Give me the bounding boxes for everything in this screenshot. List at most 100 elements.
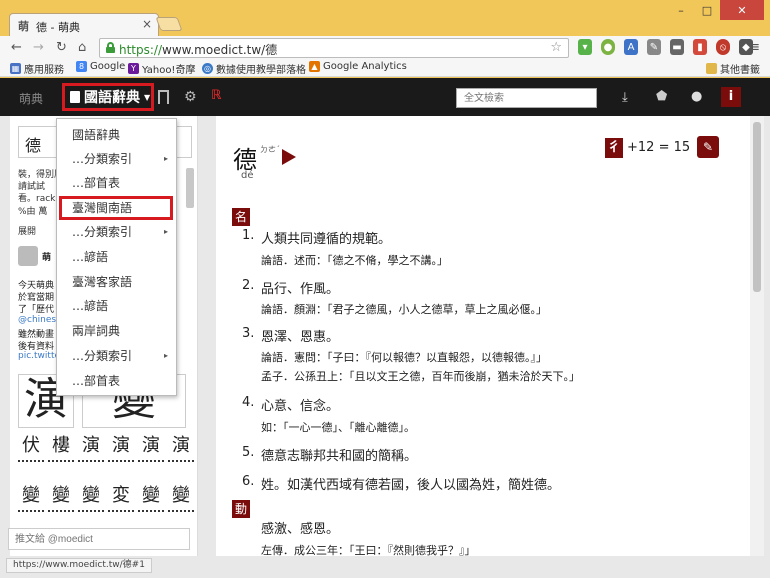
- book-icon: [70, 91, 80, 103]
- example-text: 論語．述而：「德之不脩，學之不講。」: [261, 254, 448, 267]
- menu-item-category-index[interactable]: …分類索引 ▸: [57, 220, 176, 244]
- extension-face-icon[interactable]: ●: [601, 39, 615, 55]
- site-logo[interactable]: 萌典: [19, 90, 43, 107]
- menu-item-taiwanese[interactable]: 臺灣閩南語: [59, 196, 173, 220]
- bookmarks-bar: ▦ 應用服務 8 Google Y Yahoo!奇摩 ◎ 數據使用教學部落格 ▲ Goog…: [0, 60, 770, 77]
- definition-text: 姓。如漢代西域有德若國，後人以國為姓，簡姓德。: [261, 478, 561, 493]
- char-tile[interactable]: 變: [168, 484, 194, 512]
- bookmark-icon[interactable]: [158, 90, 169, 104]
- definition-text: 心意、信念。: [261, 399, 340, 414]
- bookmark-other[interactable]: 其他書籤: [706, 61, 760, 76]
- home-icon[interactable]: ⌂: [78, 40, 86, 55]
- back-arrow-icon[interactable]: ←: [11, 40, 22, 55]
- menu-icon[interactable]: ≡: [749, 40, 760, 55]
- radical-badge[interactable]: 彳: [605, 138, 623, 158]
- char-tile[interactable]: 變: [138, 484, 164, 512]
- char-tile[interactable]: 変: [108, 484, 134, 512]
- tab-favicon-icon: 萌: [18, 20, 29, 33]
- bookmark-data-blog[interactable]: ◎ 數據使用教學部落格: [202, 61, 306, 76]
- menu-item-radical-table[interactable]: …部首表: [57, 171, 176, 195]
- example-text: 論語．顏淵：「君子之德風，小人之德草，草上之風必偃。」: [261, 303, 547, 316]
- sidebar-scrollbar[interactable]: [186, 168, 194, 208]
- globe-icon: ◎: [202, 63, 213, 74]
- bookmark-apps[interactable]: ▦ 應用服務: [10, 61, 64, 76]
- apps-grid-icon: ▦: [10, 63, 21, 74]
- entry-panel: 德 ㄉㄜˊ dé 彳 +12 = 15 ✎ 名 1. 人類共同遵循的規範。 論語…: [216, 116, 750, 557]
- android-icon[interactable]: ⬟: [656, 89, 667, 104]
- caret-down-icon: ▼: [144, 92, 151, 102]
- fulltext-search-input[interactable]: [456, 88, 597, 108]
- char-tile[interactable]: 伏: [18, 434, 44, 462]
- analytics-icon: ▲: [309, 61, 320, 72]
- apple-icon[interactable]: ●: [691, 89, 702, 104]
- pos-tag-noun: 名: [232, 208, 250, 226]
- definition-text: 恩澤、恩惠。: [261, 330, 340, 345]
- translate-icon[interactable]: A: [624, 39, 638, 55]
- pencil-icon[interactable]: ✎: [697, 136, 719, 158]
- play-audio-icon[interactable]: [282, 149, 296, 165]
- char-tiles-row: 伏 樓 演 演 演 演: [18, 434, 194, 462]
- submenu-arrow-icon: ▸: [163, 227, 168, 236]
- extension-leaf-icon[interactable]: ▾: [578, 39, 592, 55]
- definition-text: 人類共同遵循的規範。: [261, 232, 392, 247]
- extension-tool-icon[interactable]: ✎: [647, 39, 661, 55]
- zhuyin: ㄉㄜˊ: [260, 145, 280, 154]
- extension-shoe-icon[interactable]: ▬: [670, 39, 684, 55]
- menu-item-proverbs[interactable]: …諺語: [57, 294, 176, 318]
- definition-text: 感激、感恩。: [261, 522, 340, 537]
- bookmark-yahoo[interactable]: Y Yahoo!奇摩: [128, 61, 195, 76]
- char-tile[interactable]: 樓: [48, 434, 74, 462]
- menu-item-category-index[interactable]: …分類索引 ▸: [57, 147, 176, 171]
- char-tile[interactable]: 演: [108, 434, 134, 462]
- extension-icons: ▾ ● A ✎ ▬ ▮ ⦸ ◆: [578, 39, 753, 55]
- stroke-order-icon[interactable]: ℝ: [211, 88, 221, 103]
- browser-tab[interactable]: 萌 德 - 萌典 ×: [9, 13, 159, 36]
- extension-block-icon[interactable]: ⦸: [716, 39, 730, 55]
- tab-close-icon[interactable]: ×: [142, 17, 152, 31]
- forward-arrow-icon[interactable]: →: [33, 40, 44, 55]
- char-tile[interactable]: 變: [18, 484, 44, 512]
- tweet-input[interactable]: [8, 528, 190, 550]
- new-tab-button[interactable]: [155, 17, 183, 31]
- bookmark-google[interactable]: 8 Google: [76, 61, 125, 72]
- avatar[interactable]: [18, 246, 38, 266]
- status-url: https://www.moedict.tw/德#1: [6, 558, 152, 573]
- char-tile[interactable]: 演: [138, 434, 164, 462]
- definition-number: 4.: [242, 395, 255, 410]
- tweet-pic-link[interactable]: pic.twitte: [18, 351, 60, 361]
- example-text: 論語．憲問：「子曰：『何以報德？以直報怨，以德報德。』」: [261, 351, 547, 364]
- dictionary-dropdown[interactable]: 國語辭典 ▼: [62, 83, 154, 111]
- char-tile[interactable]: 演: [78, 434, 104, 462]
- menu-item-mandarin[interactable]: 國語辭典: [57, 123, 176, 147]
- menu-item-cross-strait[interactable]: 兩岸詞典: [57, 319, 176, 343]
- entry-scrollbar[interactable]: [750, 116, 764, 556]
- submenu-arrow-icon: ▸: [163, 351, 168, 360]
- expand-link[interactable]: 展開: [18, 224, 36, 237]
- url-text: https://www.moedict.tw/德: [119, 43, 278, 57]
- gears-icon[interactable]: ⚙: [184, 89, 197, 105]
- dictionary-label: 國語辭典: [84, 90, 140, 106]
- close-window-button[interactable]: ✕: [720, 0, 764, 20]
- bookmark-analytics[interactable]: ▲ Google Analytics: [309, 61, 407, 72]
- download-icon[interactable]: ⤓: [622, 90, 628, 105]
- info-icon[interactable]: i: [721, 87, 741, 107]
- char-tile[interactable]: 變: [78, 484, 104, 512]
- menu-item-radical-table[interactable]: …部首表: [57, 369, 176, 393]
- tweet-author[interactable]: 萌: [42, 250, 51, 263]
- reload-icon[interactable]: ↻: [56, 40, 67, 55]
- definition-number: 6.: [242, 474, 255, 489]
- char-tile[interactable]: 變: [48, 484, 74, 512]
- scrollbar-thumb[interactable]: [753, 122, 761, 292]
- bookmark-star-icon[interactable]: ☆: [550, 40, 562, 55]
- tab-title: 德 - 萌典: [36, 21, 80, 34]
- menu-item-proverbs[interactable]: …諺語: [57, 245, 176, 269]
- address-bar[interactable]: https://www.moedict.tw/德 ☆: [99, 38, 569, 58]
- menu-item-hakka[interactable]: 臺灣客家語: [57, 270, 176, 294]
- extension-book-icon[interactable]: ▮: [693, 39, 707, 55]
- maximize-button[interactable]: □: [694, 0, 720, 20]
- lock-icon: [106, 42, 115, 53]
- minimize-button[interactable]: –: [668, 0, 694, 20]
- menu-item-category-index[interactable]: …分類索引 ▸: [57, 344, 176, 368]
- char-tile[interactable]: 演: [168, 434, 194, 462]
- google-icon: 8: [76, 61, 87, 72]
